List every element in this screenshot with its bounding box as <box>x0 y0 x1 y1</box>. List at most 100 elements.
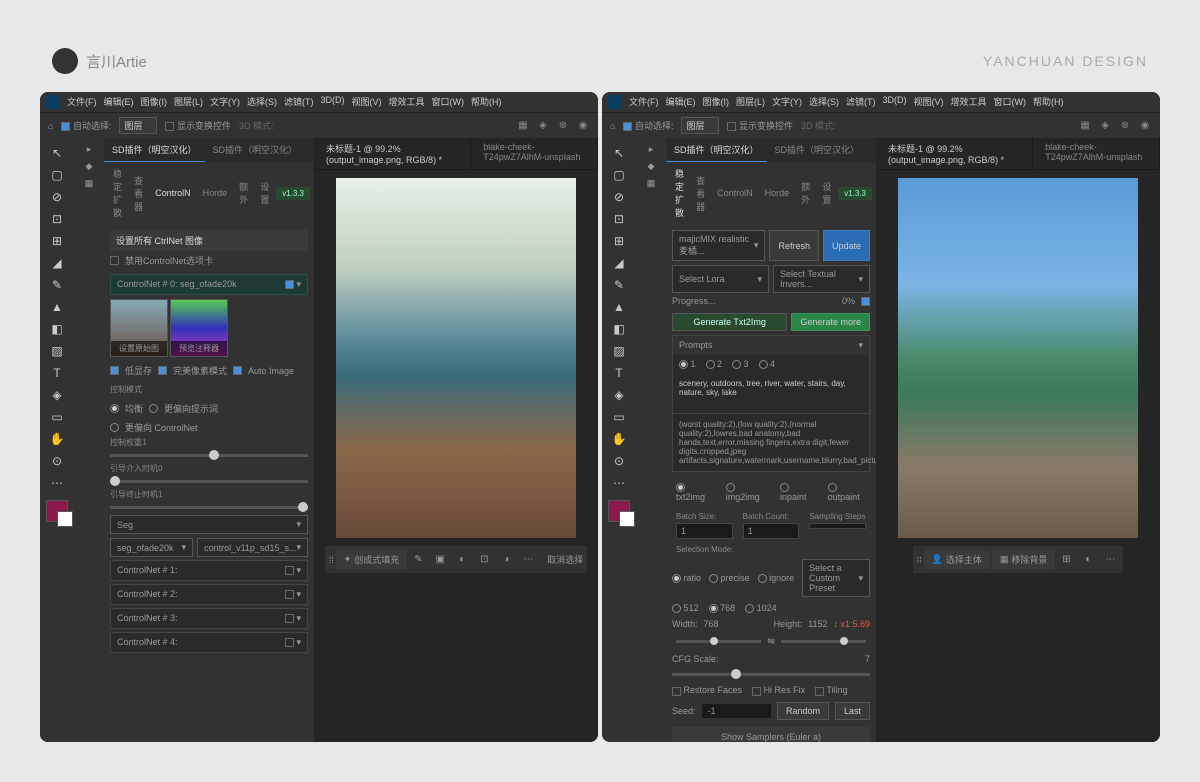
outpaint-radio[interactable] <box>828 483 837 492</box>
disable-cn-check[interactable] <box>110 256 119 265</box>
menu-help[interactable]: 帮助(H) <box>471 95 502 109</box>
action-icon[interactable]: ▣ <box>431 552 449 568</box>
more-icon[interactable]: ⋯ <box>519 552 537 568</box>
lowvram-check[interactable] <box>110 366 119 375</box>
generate-more-button[interactable]: Generate more <box>791 313 870 331</box>
generative-fill-button[interactable]: ✦ 创成式填充 <box>336 550 408 569</box>
subtab-settings[interactable]: 设置 <box>255 177 274 209</box>
brush-tool[interactable]: ✎ <box>45 274 69 296</box>
auto-select-check[interactable] <box>61 122 70 131</box>
zoom-tool[interactable]: ⊙ <box>45 450 69 472</box>
panel-icon[interactable]: ◆ <box>86 161 93 172</box>
controlnet-3[interactable]: ControlNet # 3: ▾ <box>110 608 308 629</box>
menu-image[interactable]: 图像(I) <box>141 95 168 109</box>
action-icon[interactable]: ⊡ <box>475 552 493 568</box>
model-dropdown[interactable]: control_v11p_sd15_s...▾ <box>197 538 308 557</box>
shape-tool[interactable]: ▭ <box>45 406 69 428</box>
more-tools[interactable]: ⋯ <box>45 472 69 494</box>
preset-dropdown[interactable]: Select a Custom Preset▾ <box>802 559 870 597</box>
action-icon[interactable]: ◑ <box>497 552 515 568</box>
refresh-button[interactable]: Refresh <box>769 230 819 261</box>
panel-tab-sd[interactable]: SD插件（明空汉化） <box>104 138 205 162</box>
hand-tool[interactable]: ✋ <box>45 428 69 450</box>
action-icon[interactable]: ✎ <box>409 552 427 568</box>
stamp-tool[interactable]: ▲ <box>45 296 69 318</box>
negative-textarea[interactable]: (worst quality:2),(low quality:2),(norma… <box>673 413 869 471</box>
move-tool[interactable]: ↖ <box>45 142 69 164</box>
update-button[interactable]: Update <box>823 230 870 261</box>
samplers-collapse[interactable]: Show Samplers (Euler a) <box>672 727 870 743</box>
collapse-icon[interactable]: ▾ <box>858 340 863 351</box>
crop-tool[interactable]: ⊡ <box>45 208 69 230</box>
prompt-radio[interactable] <box>149 404 158 413</box>
layer-select[interactable]: 图层 <box>119 117 157 134</box>
random-button[interactable]: Random <box>777 702 829 720</box>
set-all-header[interactable]: 设置所有 CtrlNet 图像 <box>110 230 308 251</box>
subtab-extra[interactable]: 额外 <box>234 177 253 209</box>
txt2img-radio[interactable] <box>676 483 685 492</box>
batch-size-input[interactable]: 1 <box>676 523 733 539</box>
autoimage-check[interactable] <box>233 366 242 375</box>
ti-dropdown[interactable]: Select Textual Invers...▾ <box>773 265 870 293</box>
perfect-check[interactable] <box>158 366 167 375</box>
start-slider[interactable] <box>110 480 308 483</box>
menu-window[interactable]: 窗口(W) <box>432 95 465 109</box>
hires-check[interactable] <box>752 687 761 696</box>
seed-input[interactable]: -1 <box>702 704 771 718</box>
canvas-image[interactable] <box>336 178 576 538</box>
lora-dropdown[interactable]: Select Lora▾ <box>672 265 769 293</box>
checkpoint-dropdown[interactable]: majicMIX realistic 麦橘...▾ <box>672 230 765 261</box>
panel-tab-sd2[interactable]: SD插件（明空汉化） <box>205 138 306 162</box>
controlnet-2[interactable]: ControlNet # 2: ▾ <box>110 584 308 605</box>
generate-button[interactable]: Generate Txt2Img <box>672 313 787 331</box>
align-icon[interactable]: ⊕ <box>556 120 570 131</box>
menu-view[interactable]: 视图(V) <box>352 95 382 109</box>
annotator-thumb[interactable]: 预览注释器 <box>170 299 228 357</box>
balanced-radio[interactable] <box>110 404 119 413</box>
link-icon[interactable]: ⇋ <box>767 636 775 647</box>
weight-slider[interactable] <box>110 454 308 457</box>
gradient-tool[interactable]: ▨ <box>45 340 69 362</box>
subtab-sd[interactable]: 稳定扩散 <box>108 164 127 222</box>
menu-3d[interactable]: 3D(D) <box>321 95 345 109</box>
img2img-radio[interactable] <box>726 483 735 492</box>
menu-filter[interactable]: 滤镜(T) <box>284 95 314 109</box>
doc-tab-2[interactable]: blake-cheek-T24pwZ7AlhM-unsplash <box>471 138 598 169</box>
color-swatch[interactable] <box>608 500 630 522</box>
align-icon[interactable]: ◉ <box>576 120 590 131</box>
controlnet-4[interactable]: ControlNet # 4: ▾ <box>110 632 308 653</box>
type-tool[interactable]: T <box>45 362 69 384</box>
menu-file[interactable]: 文件(F) <box>67 95 97 109</box>
marquee-tool[interactable]: ▢ <box>45 164 69 186</box>
last-button[interactable]: Last <box>835 702 870 720</box>
panel-icon[interactable]: ▦ <box>85 178 94 189</box>
remove-bg-button[interactable]: ▦ 移除背景 <box>992 550 1056 569</box>
eyedropper-tool[interactable]: ◢ <box>45 252 69 274</box>
doc-tab-1[interactable]: 未标题-1 @ 99.2% (output_image.png, RGB/8) … <box>314 138 471 169</box>
panel-icon[interactable]: ▸ <box>87 144 92 155</box>
seg-dropdown[interactable]: Seg▾ <box>110 515 308 534</box>
select-subject-button[interactable]: 👤 选择主体 <box>924 550 990 569</box>
lasso-tool[interactable]: ⊘ <box>45 186 69 208</box>
original-thumb[interactable]: 设置原始图 <box>110 299 168 357</box>
path-tool[interactable]: ◈ <box>45 384 69 406</box>
cfg-slider[interactable] <box>672 673 870 676</box>
cancel-selection[interactable]: 取消选择 <box>547 553 583 566</box>
restore-faces-check[interactable] <box>672 687 681 696</box>
subtab-horde[interactable]: Horde <box>198 185 233 201</box>
width-slider[interactable] <box>676 640 761 643</box>
prompt-textarea[interactable]: scenery, outdoors, tree, river, water, s… <box>673 373 869 413</box>
menu-select[interactable]: 选择(S) <box>247 95 277 109</box>
batch-count-input[interactable]: 1 <box>743 523 800 539</box>
frame-tool[interactable]: ⊞ <box>45 230 69 252</box>
end-slider[interactable] <box>110 506 308 509</box>
menu-plugins[interactable]: 增效工具 <box>389 95 425 109</box>
eraser-tool[interactable]: ◧ <box>45 318 69 340</box>
align-icon[interactable]: ▦ <box>516 120 530 131</box>
tiling-check[interactable] <box>815 687 824 696</box>
align-icon[interactable]: ◈ <box>536 120 550 131</box>
canvas-image[interactable] <box>898 178 1138 538</box>
controlnet-0-header[interactable]: ControlNet # 0: seg_ofade20k ▾ <box>110 274 308 295</box>
subtab-controlnet[interactable]: ControlN <box>150 185 196 201</box>
menu-edit[interactable]: 编辑(E) <box>104 95 134 109</box>
